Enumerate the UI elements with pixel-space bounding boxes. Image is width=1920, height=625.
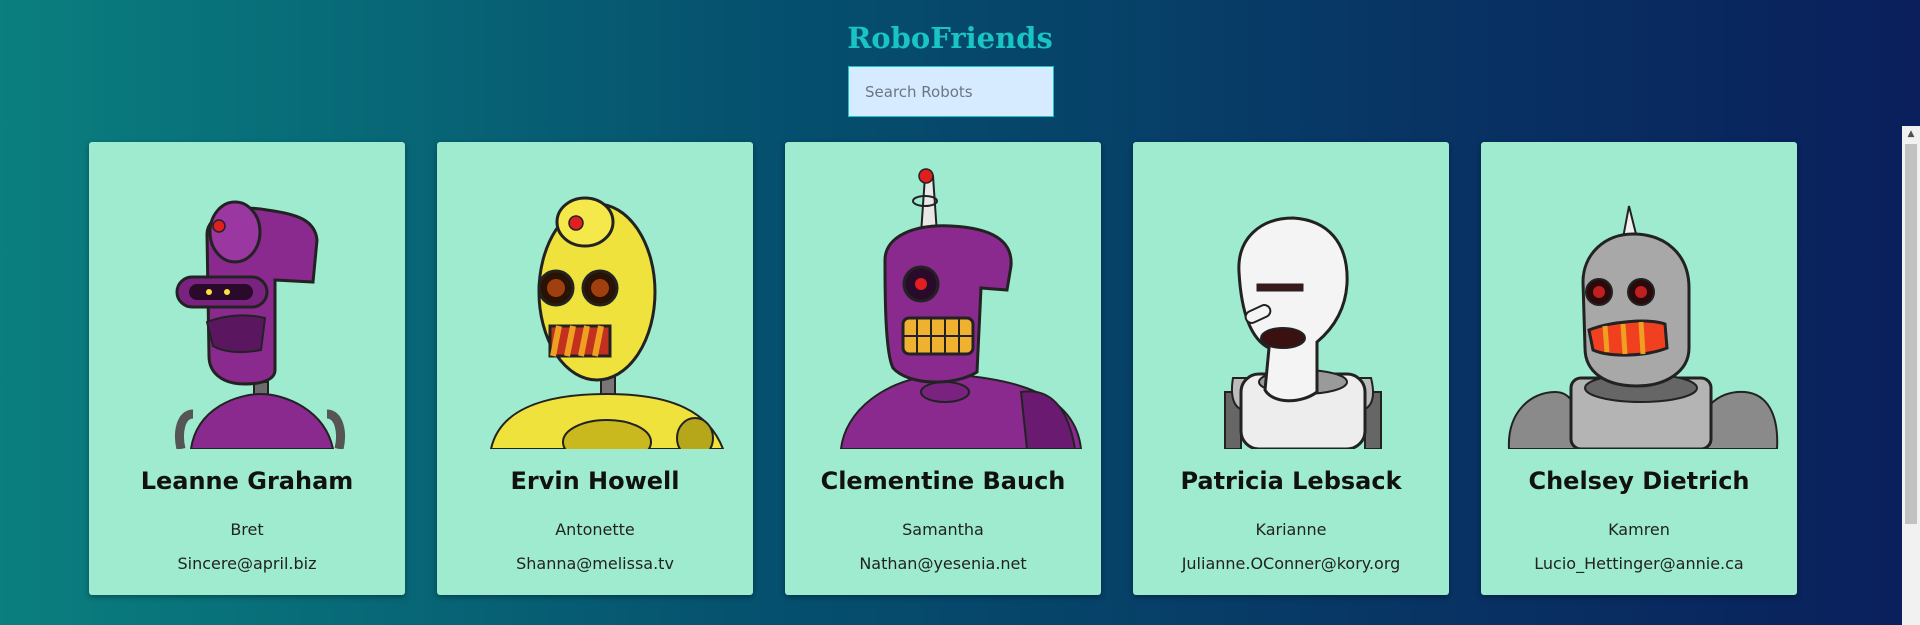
robot-card: Ervin Howell Antonette Shanna@melissa.tv <box>437 142 753 595</box>
robot-card: Leanne Graham Bret Sincere@april.biz <box>89 142 405 595</box>
robot-username: Bret <box>230 520 264 539</box>
robot-email: Lucio_Hettinger@annie.ca <box>1534 554 1744 573</box>
robot-username: Kamren <box>1608 520 1670 539</box>
robot-username: Samantha <box>902 520 984 539</box>
robot-avatar <box>785 142 1101 449</box>
robot-avatar <box>1481 142 1797 449</box>
robot-card: Chelsey Dietrich Kamren Lucio_Hettinger@… <box>1481 142 1797 595</box>
robot-email: Nathan@yesenia.net <box>859 554 1027 573</box>
robot-avatar <box>89 142 405 449</box>
robot-email: Sincere@april.biz <box>177 554 317 573</box>
robot-name: Leanne Graham <box>140 467 354 495</box>
robot-avatar <box>1133 142 1449 449</box>
scroll-up-arrow-icon[interactable]: ▲ <box>1902 126 1920 142</box>
robot-email: Julianne.OConner@kory.org <box>1181 554 1401 573</box>
robot-avatar <box>437 142 753 449</box>
scrollbar-thumb[interactable] <box>1905 144 1917 524</box>
robot-card: Patricia Lebsack Karianne Julianne.OConn… <box>1133 142 1449 595</box>
robot-username: Karianne <box>1255 520 1327 539</box>
app-title: RoboFriends <box>847 21 1053 56</box>
robot-username: Antonette <box>555 520 635 539</box>
robot-name: Clementine Bauch <box>820 467 1066 495</box>
search-input[interactable] <box>848 66 1054 117</box>
robot-name: Ervin Howell <box>510 467 680 495</box>
vertical-scrollbar[interactable]: ▲ <box>1902 126 1920 625</box>
robot-name: Patricia Lebsack <box>1180 467 1402 495</box>
robot-card: Clementine Bauch Samantha Nathan@yesenia… <box>785 142 1101 595</box>
robot-name: Chelsey Dietrich <box>1528 467 1750 495</box>
robot-email: Shanna@melissa.tv <box>516 554 674 573</box>
